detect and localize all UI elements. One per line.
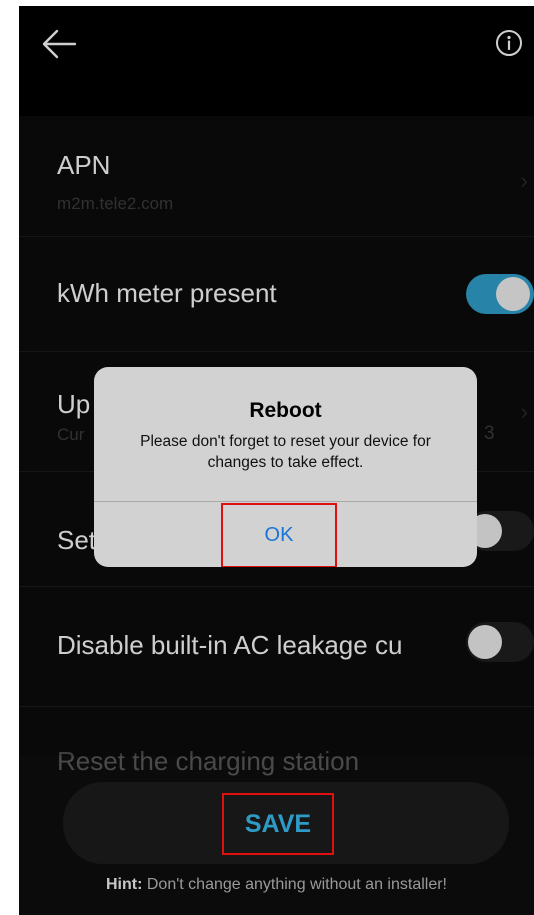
reboot-dialog: Reboot Please don't forget to reset your… bbox=[94, 367, 477, 567]
hint-label: Hint: bbox=[105, 876, 143, 893]
hint-message: Don't change anything without an install… bbox=[142, 876, 447, 893]
ok-button[interactable]: OK bbox=[221, 503, 337, 567]
dialog-divider bbox=[94, 501, 477, 502]
info-button[interactable] bbox=[494, 28, 524, 58]
arrow-left-icon bbox=[42, 29, 77, 59]
dialog-title: Reboot bbox=[249, 399, 322, 422]
back-button[interactable] bbox=[39, 24, 79, 64]
top-bar bbox=[19, 6, 534, 116]
hint-text: Hint: Don't change anything without an i… bbox=[19, 876, 534, 894]
save-button[interactable]: SAVE bbox=[222, 793, 334, 855]
app-screen: APN m2m.tele2.com › kWh meter present Up… bbox=[19, 6, 534, 915]
info-circle-icon bbox=[496, 30, 522, 56]
dialog-message: Please don't forget to reset your device… bbox=[140, 433, 431, 471]
